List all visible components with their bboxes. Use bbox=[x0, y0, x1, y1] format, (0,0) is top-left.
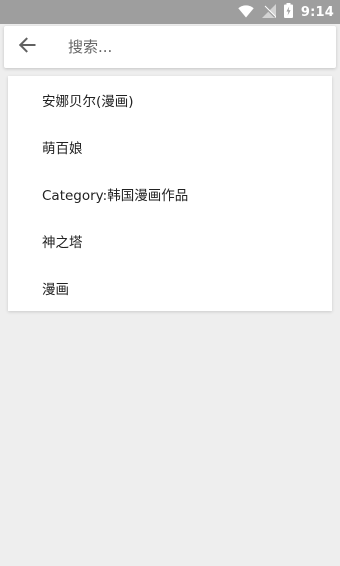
suggestion-label: 萌百娘 bbox=[42, 140, 83, 157]
suggestion-label: Category:韩国漫画作品 bbox=[42, 187, 189, 204]
suggestion-item[interactable]: 漫画 bbox=[8, 264, 332, 311]
back-button[interactable] bbox=[4, 26, 50, 68]
status-time: 9:14 bbox=[300, 4, 334, 20]
suggestion-label: 神之塔 bbox=[42, 234, 83, 251]
battery-icon bbox=[283, 2, 293, 22]
search-bar bbox=[4, 26, 336, 68]
suggestion-item[interactable]: 萌百娘 bbox=[8, 123, 332, 170]
signal-icon bbox=[261, 3, 277, 22]
suggestion-item[interactable]: 安娜贝尔(漫画) bbox=[8, 76, 332, 123]
suggestion-label: 漫画 bbox=[42, 281, 69, 298]
status-icons: 9:14 bbox=[238, 0, 334, 24]
suggestion-label: 安娜贝尔(漫画) bbox=[42, 93, 134, 110]
wifi-icon bbox=[238, 3, 254, 22]
suggestion-item[interactable]: 神之塔 bbox=[8, 217, 332, 264]
status-bar: 9:14 bbox=[0, 0, 340, 24]
search-input[interactable] bbox=[68, 38, 308, 56]
suggestion-list: 安娜贝尔(漫画) 萌百娘 Category:韩国漫画作品 神之塔 漫画 bbox=[8, 76, 332, 311]
suggestion-item[interactable]: Category:韩国漫画作品 bbox=[8, 170, 332, 217]
arrow-left-icon bbox=[18, 36, 36, 58]
